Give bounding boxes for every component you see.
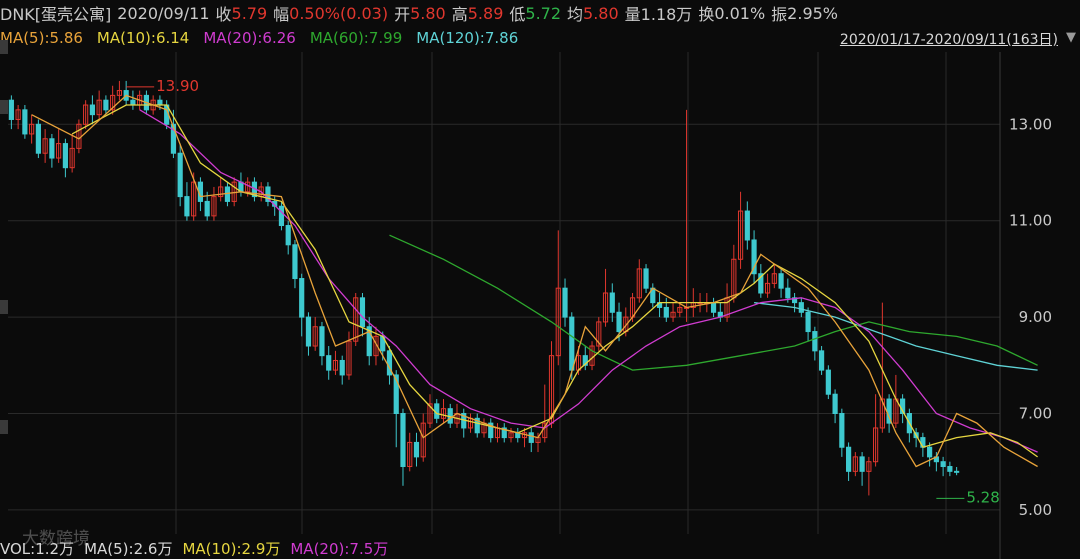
candlestick-chart: 5.00 7.00 9.00 11.00 13.00 13.90 5.28 [8, 52, 1052, 559]
candle-body [609, 292, 615, 313]
volume-label: 量 [624, 5, 641, 24]
candle-body [744, 210, 750, 241]
candle-series [8, 80, 960, 496]
low-annotation: 5.28 [966, 488, 999, 506]
avg-value: 5.80 [583, 3, 619, 23]
open-label: 开 [394, 5, 411, 24]
candle-body [562, 287, 568, 318]
candle-body [954, 470, 960, 473]
candle-body [785, 287, 791, 299]
y-axis: 5.00 7.00 9.00 11.00 13.00 [1009, 115, 1052, 519]
ma60-legend[interactable]: MA(60):7.99 [310, 29, 402, 47]
candle-body [528, 432, 534, 443]
change-value: 0.50%(0.03) [289, 3, 389, 23]
candle-body [798, 302, 804, 313]
y-tick-label: 5.00 [1019, 501, 1052, 519]
candle-body [846, 446, 852, 472]
candle-body [663, 306, 669, 318]
high-label: 高 [451, 5, 468, 24]
close-value: 5.79 [231, 3, 268, 23]
change-label: 幅 [273, 5, 290, 24]
candle-body [89, 104, 95, 116]
candle-body [832, 393, 838, 415]
candle-body [130, 99, 136, 106]
candle-body [177, 152, 183, 198]
low-value: 5.72 [525, 3, 562, 23]
dropdown-arrow-icon[interactable]: ▼ [1066, 30, 1076, 45]
high-annotation: 13.90 [156, 77, 199, 95]
ma10-legend[interactable]: MA(10):6.14 [97, 29, 189, 47]
candle-body [569, 316, 575, 371]
volume-legend: VOL:1.2万 MA(5):2.6万 MA(10):2.9万 MA(20):7… [0, 538, 398, 559]
ma20-legend[interactable]: MA(20):6.26 [203, 29, 295, 47]
side-tab-icon[interactable] [0, 300, 8, 314]
volume-value-label: VOL:1.2万 [0, 540, 75, 558]
candle-body [157, 99, 163, 106]
candle-body [326, 355, 332, 371]
vol-ma10-label: MA(10):2.9万 [182, 540, 281, 558]
candle-body [204, 200, 210, 217]
candle-body [184, 196, 190, 217]
candle-body [818, 350, 825, 371]
candle-body [927, 446, 933, 458]
candle-body [278, 205, 285, 227]
ma5-legend[interactable]: MA(5):5.86 [0, 29, 83, 47]
candle-body [859, 456, 865, 472]
candle-body [285, 225, 291, 246]
candle-body [8, 99, 14, 120]
low-label: 低 [509, 5, 526, 24]
candle-body [413, 441, 420, 458]
side-tab-icon[interactable] [0, 100, 8, 114]
candle-body [339, 359, 345, 376]
candle-body [22, 109, 28, 135]
volume-value: 1.18万 [640, 5, 693, 24]
symbol-label[interactable]: DNK[蛋壳公寓] [0, 1, 111, 25]
moving-average-lines [31, 94, 1038, 468]
high-value: 5.89 [467, 3, 504, 23]
candle-body [616, 311, 622, 333]
candle-body [643, 268, 649, 289]
side-tab-icon[interactable] [0, 40, 8, 54]
candle-body [359, 297, 366, 328]
amplitude-value: 2.95% [787, 3, 838, 23]
close-label: 收 [215, 5, 232, 24]
ma10-line [71, 104, 1038, 458]
candle-body [839, 413, 845, 448]
date-range-selector[interactable]: 2020/01/17-2020/09/11(163日) [840, 29, 1058, 49]
date-label: 2020/09/11 [117, 3, 210, 23]
y-tick-label: 9.00 [1019, 308, 1052, 326]
candle-body [319, 326, 325, 357]
chart-grid [8, 52, 1001, 559]
candle-body [35, 123, 41, 154]
candle-body [825, 369, 831, 395]
y-tick-label: 7.00 [1019, 405, 1052, 423]
candle-body [710, 302, 717, 313]
turnover-value: 0.01% [714, 3, 766, 23]
ma120-legend[interactable]: MA(120):7.86 [416, 29, 518, 47]
candle-body [805, 311, 811, 333]
candle-body [940, 461, 946, 468]
y-tick-label: 11.00 [1009, 212, 1052, 230]
open-value: 5.80 [410, 3, 446, 23]
y-tick-label: 13.00 [1009, 115, 1052, 133]
candle-body [49, 138, 55, 159]
candle-body [778, 273, 784, 289]
ma120-line [754, 301, 1038, 371]
amplitude-label: 振 [771, 5, 788, 24]
candle-body [299, 278, 305, 318]
side-tab-icon[interactable] [0, 420, 8, 434]
candle-body [400, 413, 406, 468]
candle-body [292, 244, 298, 280]
candle-body [103, 99, 109, 111]
candle-body [305, 316, 312, 347]
quote-header: DNK[蛋壳公寓] 2020/09/11 收 5.79 幅 0.50%(0.03) … [0, 0, 1080, 26]
candle-body [62, 143, 68, 169]
vol-ma5-label: MA(5):2.6万 [84, 540, 173, 558]
candle-body [947, 466, 953, 472]
candle-body [812, 331, 818, 352]
avg-label: 均 [567, 5, 584, 24]
ma5-line [31, 94, 1038, 468]
vol-ma20-label: MA(20):7.5万 [290, 540, 389, 558]
turnover-label: 换 [698, 5, 715, 24]
